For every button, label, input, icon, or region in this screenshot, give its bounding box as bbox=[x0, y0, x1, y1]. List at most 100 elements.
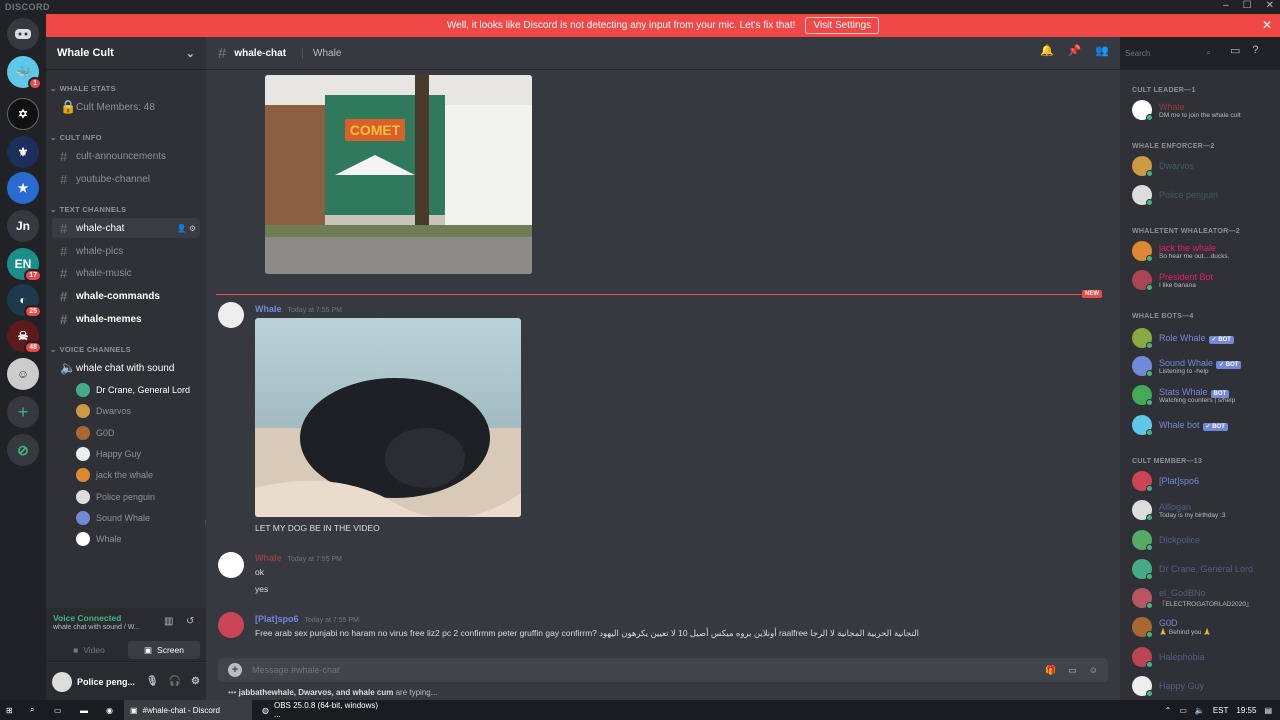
member-item[interactable]: Dwarvos bbox=[1132, 154, 1194, 178]
clock[interactable]: 19:55 bbox=[1236, 706, 1256, 715]
channel-topic[interactable]: Whale bbox=[302, 47, 341, 59]
channel-youtube-channel[interactable]: # youtube-channel bbox=[52, 169, 200, 189]
volume-icon[interactable]: 🔈 bbox=[1195, 706, 1205, 715]
chrome-icon[interactable]: ◉ bbox=[100, 700, 119, 720]
author-name[interactable]: Whale bbox=[255, 304, 282, 314]
channel-whale-music[interactable]: # whale-music bbox=[52, 263, 200, 283]
attached-image-dog[interactable] bbox=[255, 318, 521, 517]
channel-whale-pics[interactable]: # whale-pics bbox=[52, 241, 200, 261]
channel-whale-chat[interactable]: # whale-chat 👤 ⚙ bbox=[52, 218, 200, 238]
server-en[interactable]: EN 17 bbox=[7, 248, 42, 282]
member-item[interactable]: Whale bot ✓ BOT bbox=[1132, 413, 1228, 437]
server-flag-icon[interactable]: ★ bbox=[7, 172, 39, 204]
category-text-channels[interactable]: ⌄ TEXT CHANNELS bbox=[50, 205, 126, 214]
voice-user[interactable]: jack the whale🎙 bbox=[76, 465, 215, 485]
screen-button[interactable]: ▣ Screen bbox=[128, 641, 200, 659]
invite-settings-icons[interactable]: 👤 ⚙ bbox=[177, 224, 196, 233]
server-pentagram-icon[interactable]: ✡ bbox=[7, 98, 39, 130]
avatar[interactable] bbox=[218, 552, 244, 578]
server-whale-icon[interactable]: 🐳 1 bbox=[7, 56, 42, 90]
member-item[interactable]: President Bot I like banana bbox=[1132, 268, 1213, 292]
close-icon[interactable]: ✕ bbox=[1266, 0, 1274, 11]
channel-cult-announcements[interactable]: # cult-announcements bbox=[52, 146, 200, 166]
task-view-icon[interactable]: ▭ bbox=[48, 700, 68, 720]
signal-icon[interactable]: ▥ bbox=[164, 616, 173, 627]
member-item[interactable]: Alllogan Today is my birthday :3 bbox=[1132, 498, 1225, 522]
visit-settings-button[interactable]: Visit Settings bbox=[805, 17, 880, 34]
taskbar-discord[interactable]: ▣ #whale-chat - Discord bbox=[124, 700, 252, 720]
channel-cult-members[interactable]: 🔒 Cult Members: 48 bbox=[52, 97, 200, 117]
notice-close-icon[interactable]: ✕ bbox=[1262, 18, 1272, 32]
channel-whale-commands[interactable]: # whale-commands bbox=[52, 286, 200, 306]
server-fbi-icon[interactable]: ⚜ bbox=[7, 136, 39, 168]
file-explorer-icon[interactable]: ▬ bbox=[74, 700, 94, 720]
gift-icon[interactable]: 🎁 bbox=[1045, 665, 1056, 676]
member-item[interactable]: Dickpolice bbox=[1132, 528, 1200, 552]
category-voice-channels[interactable]: ⌄ VOICE CHANNELS bbox=[50, 345, 131, 354]
voice-user[interactable]: Sound Whale🎙🎧 bbox=[76, 507, 215, 528]
search-taskbar-icon[interactable]: ⌕ bbox=[24, 700, 40, 720]
notifications-icon[interactable]: ▤ bbox=[1264, 706, 1272, 715]
server-dark-icon[interactable]: ☠ 48 bbox=[7, 320, 42, 354]
voice-channel-whale-chat-with-sound[interactable]: 🔈 whale chat with sound bbox=[52, 358, 200, 378]
add-server-icon[interactable]: + bbox=[7, 396, 39, 428]
voice-user[interactable]: Whale🎙 bbox=[76, 529, 215, 549]
attached-image-storefront[interactable]: COMET bbox=[265, 75, 532, 274]
member-item[interactable]: el_GodBNo 『ELECTROGATORLAD2020』 bbox=[1132, 586, 1252, 610]
language-indicator[interactable]: EST bbox=[1213, 706, 1229, 715]
server-globe-icon[interactable]: ◐ 25 bbox=[7, 284, 42, 318]
member-item[interactable]: Police penguin bbox=[1132, 183, 1218, 207]
server-header[interactable]: Whale Cult ⌄ bbox=[46, 37, 206, 70]
network-icon[interactable]: ▭ bbox=[1179, 706, 1187, 715]
member-item[interactable]: Halephobia bbox=[1132, 645, 1205, 669]
help-icon[interactable]: ? bbox=[1252, 44, 1258, 57]
taskbar-obs[interactable]: ◍ OBS 25.0.8 (64-bit, windows) ... bbox=[256, 700, 388, 720]
member-item[interactable]: Role Whale ✓ BOT bbox=[1132, 326, 1234, 350]
voice-channel-path[interactable]: whale chat with sound / W... bbox=[53, 624, 140, 631]
minimize-icon[interactable]: – bbox=[1223, 0, 1229, 11]
category-cult-info[interactable]: ⌄ CULT INFO bbox=[50, 133, 102, 142]
voice-user[interactable]: Dwarvos bbox=[76, 401, 131, 421]
category-whale-stats[interactable]: ⌄ WHALE STATS bbox=[50, 84, 116, 93]
settings-gear-icon[interactable]: ⚙ bbox=[191, 676, 200, 687]
mic-icon[interactable]: 🎙 bbox=[146, 676, 159, 687]
member-item[interactable]: Sound Whale ✓ BOT Listening to -help bbox=[1132, 354, 1242, 378]
channel-whale-memes[interactable]: # whale-memes bbox=[52, 309, 200, 329]
start-button[interactable]: ⊞ bbox=[0, 700, 19, 720]
video-button[interactable]: ■ Video bbox=[54, 641, 124, 659]
avatar[interactable] bbox=[218, 302, 244, 328]
avatar[interactable] bbox=[218, 612, 244, 638]
search-input[interactable]: Search ⌕ bbox=[1120, 45, 1216, 61]
member-item[interactable]: jack the whale So hear me out....ducks. bbox=[1132, 239, 1229, 263]
author-name[interactable]: Whale bbox=[255, 553, 282, 563]
pin-icon[interactable]: 📌 bbox=[1068, 44, 1082, 57]
server-jn[interactable]: Jn bbox=[7, 210, 39, 242]
headphones-icon[interactable]: 🎧 bbox=[169, 676, 181, 687]
member-item[interactable]: Dr Crane, General Lord bbox=[1132, 557, 1253, 581]
voice-user[interactable]: G0D bbox=[76, 423, 115, 443]
emoji-icon[interactable]: ☺ bbox=[1089, 665, 1098, 676]
member-item[interactable]: Stats Whale BOT Watching counters | s/help bbox=[1132, 383, 1235, 407]
explore-compass-icon[interactable]: ⊘ bbox=[7, 434, 39, 466]
member-item[interactable]: Whale DM me to join the whale cult bbox=[1132, 98, 1241, 122]
message-composer[interactable]: + Message #whale-chat 🎁 ▭ ☺ bbox=[218, 658, 1108, 682]
member-item[interactable]: G0D 🙏 Behind you 🙏 bbox=[1132, 615, 1211, 639]
tray-chevron-icon[interactable]: ⌃ bbox=[1165, 706, 1172, 715]
server-mask-icon[interactable]: ☺ bbox=[7, 358, 39, 390]
author-name[interactable]: [Plat]spo6 bbox=[255, 614, 299, 624]
gif-icon[interactable]: ▭ bbox=[1068, 665, 1077, 676]
voice-user[interactable]: Dr Crane, General Lord bbox=[76, 380, 190, 400]
member-item[interactable]: Happy Guy bbox=[1132, 674, 1204, 698]
upload-plus-icon[interactable]: + bbox=[228, 663, 242, 677]
voice-user[interactable]: Police penguin bbox=[76, 487, 155, 507]
maximize-icon[interactable]: ☐ bbox=[1243, 0, 1252, 11]
inbox-icon[interactable]: ▭ bbox=[1230, 44, 1240, 57]
home-discord-icon[interactable] bbox=[7, 18, 39, 50]
member-item[interactable]: [Plat]spo6 bbox=[1132, 469, 1199, 493]
disconnect-icon[interactable]: ↺ bbox=[186, 616, 194, 627]
members-icon[interactable]: 👥 bbox=[1095, 44, 1109, 57]
avatar[interactable] bbox=[52, 671, 72, 692]
message-input[interactable]: Message #whale-chat bbox=[252, 665, 340, 675]
voice-user[interactable]: Happy Guy bbox=[76, 444, 141, 464]
bell-icon[interactable]: 🔔 bbox=[1040, 44, 1054, 57]
